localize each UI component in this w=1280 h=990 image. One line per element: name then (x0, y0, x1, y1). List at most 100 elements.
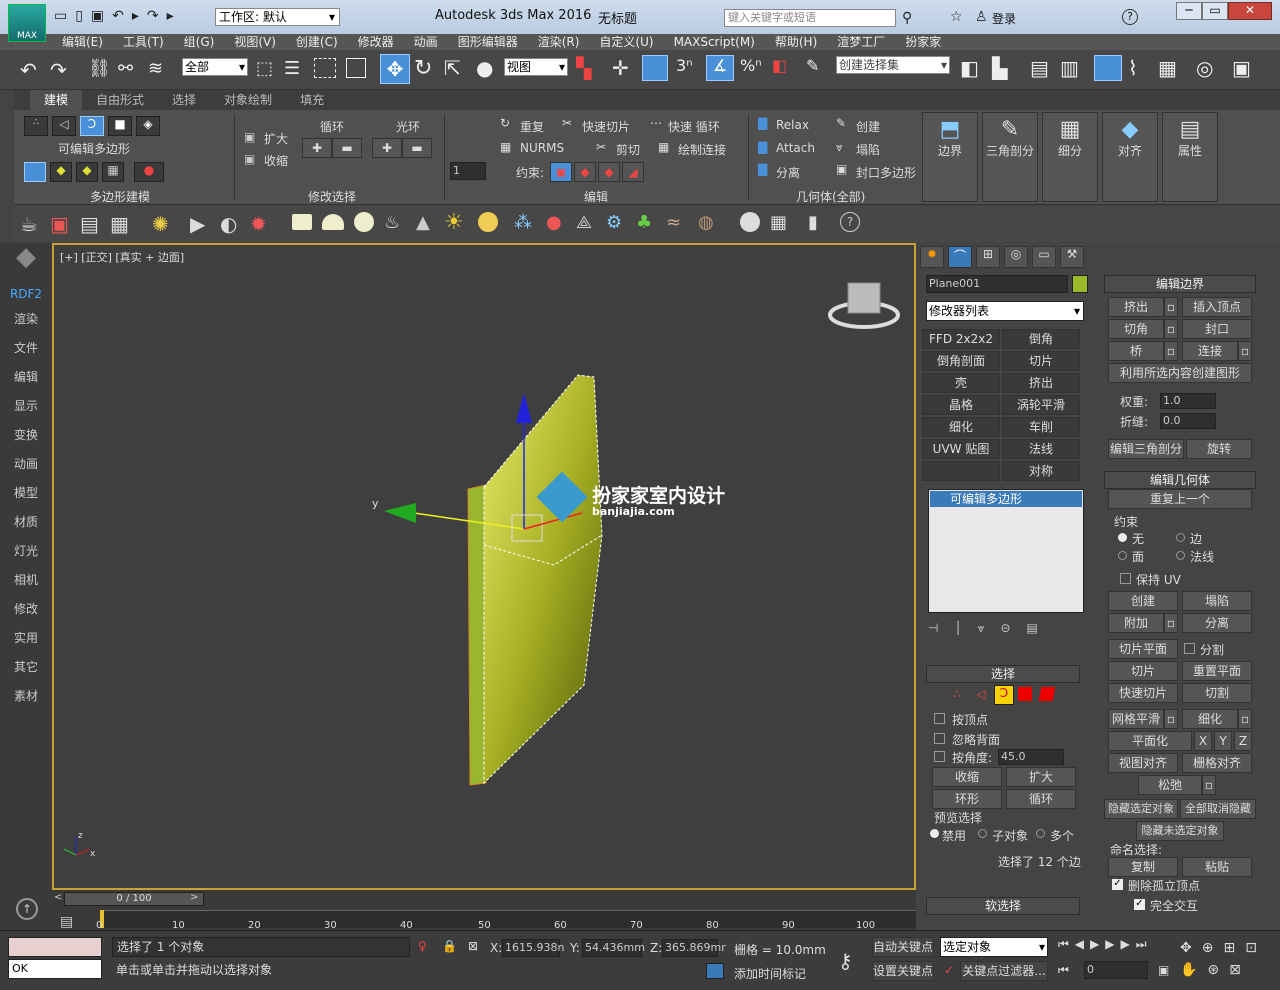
dock-light[interactable]: 灯光 (0, 537, 52, 566)
preview-subobj-radio[interactable] (978, 829, 987, 838)
make-planar-button[interactable]: 平面化 (1108, 731, 1192, 751)
mod-extrude-button[interactable]: 挤出 (1002, 373, 1080, 393)
app-logo[interactable]: MAX (8, 4, 46, 42)
create-label[interactable]: 创建 (856, 118, 880, 135)
dock-display[interactable]: 显示 (0, 392, 52, 421)
edge-sel-icon[interactable]: ◁ (972, 687, 990, 705)
slice-button[interactable]: 切片 (1108, 661, 1178, 681)
add-time-tag[interactable]: 添加时间标记 (734, 965, 806, 982)
select-object-icon[interactable]: ⬚ (256, 58, 273, 79)
dock-animation[interactable]: 动画 (0, 450, 52, 479)
video-icon[interactable]: ✹ (250, 212, 267, 236)
c-face-radio[interactable] (1118, 551, 1127, 560)
quickslice-icon[interactable]: ✂ (562, 116, 572, 130)
menu-maxscript[interactable]: MAXScript(M) (664, 34, 765, 50)
timeline-left-icon[interactable]: ▤ (60, 914, 73, 930)
align-button[interactable]: ◆ 对齐 (1102, 112, 1158, 202)
timeline-prev-icon[interactable]: < (54, 892, 62, 903)
reset-plane-button[interactable]: 重置平面 (1182, 661, 1252, 681)
render-frame-icon[interactable]: ▣ (50, 212, 69, 236)
angle-field[interactable]: 45.0 (998, 749, 1064, 765)
repeat-icon[interactable]: ↻ (500, 116, 510, 130)
dock-assets[interactable]: 素材 (0, 682, 52, 711)
menu-rendering[interactable]: 渲染(R) (528, 34, 590, 50)
login-link[interactable]: 登录 (992, 10, 1016, 27)
dock-camera[interactable]: 相机 (0, 566, 52, 595)
paintconnect-icon[interactable]: ▦ (658, 140, 669, 154)
relax-icon[interactable]: ▇ (758, 116, 767, 130)
attach-label[interactable]: Attach (776, 141, 815, 155)
vertex-mode-icon[interactable]: ∴ (24, 116, 48, 136)
shrink-label[interactable]: 收缩 (264, 152, 288, 169)
menu-edit[interactable]: 编辑(E) (52, 34, 113, 50)
connect-settings-button[interactable]: ▫ (1238, 341, 1252, 361)
texture-icon[interactable]: ◍ (698, 212, 714, 233)
crease-field[interactable]: 0.0 (1160, 413, 1216, 429)
undo-icon[interactable]: ↶ (20, 58, 37, 82)
dock-logo-icon[interactable]: ◆ (0, 243, 52, 283)
constraint-edge-button[interactable]: ◆ (574, 162, 596, 182)
sun-icon[interactable]: ☀ (444, 210, 464, 235)
isolate-icon[interactable]: ♀ (418, 939, 427, 953)
mod-empty-button[interactable] (922, 461, 1000, 481)
dock-edit[interactable]: 编辑 (0, 363, 52, 392)
frame-field[interactable]: 0 (1084, 961, 1148, 979)
create-tab-icon[interactable]: ✹ (920, 246, 944, 268)
constraint-none-button[interactable]: ▣ (550, 162, 572, 182)
link-icon[interactable]: ⛓ (88, 58, 111, 79)
dock-model[interactable]: 模型 (0, 479, 52, 508)
menu-help[interactable]: 帮助(H) (765, 34, 827, 50)
mod-shell-button[interactable]: 壳 (922, 373, 1000, 393)
cap-button[interactable]: 封口 (1182, 319, 1252, 339)
camera-icon[interactable]: ▶ (190, 212, 205, 236)
bridge-button[interactable]: 桥 (1108, 341, 1164, 361)
plane-prim-icon[interactable] (292, 214, 312, 230)
vertex-sel-icon[interactable]: ∴ (948, 687, 966, 705)
tab-freeform[interactable]: 自由形式 (82, 90, 158, 110)
properties-button[interactable]: ▤ 属性 (1162, 112, 1218, 202)
grid-align-button[interactable]: 栅格对齐 (1182, 753, 1252, 773)
relax-settings-button[interactable]: ▫ (1202, 775, 1216, 795)
split-checkbox[interactable] (1184, 643, 1195, 654)
mod-slice-button[interactable]: 切片 (1002, 351, 1080, 371)
grow-icon[interactable]: ▣ (244, 130, 255, 144)
time-tag-icon[interactable] (706, 963, 724, 979)
preview-disable-radio[interactable] (930, 829, 939, 838)
shrink-ring-button[interactable]: ▬ (402, 138, 432, 158)
key-filters-button[interactable]: 关键点过滤器... (960, 961, 1048, 981)
attach-button[interactable]: 附加 (1108, 613, 1164, 633)
motion-tab-icon[interactable]: ◎ (1004, 246, 1028, 268)
hide-selected-button[interactable]: 隐藏选定对象 (1104, 799, 1178, 819)
grow-label[interactable]: 扩大 (264, 130, 288, 147)
view-align-button[interactable]: 视图对齐 (1108, 753, 1178, 773)
render-settings-icon[interactable]: ▤ (80, 212, 99, 236)
redo-icon[interactable]: ↷ (50, 58, 67, 82)
rect-select-icon[interactable] (314, 58, 336, 78)
edit-edges-header[interactable]: 编辑边界 (1104, 275, 1256, 293)
edge-mode-icon[interactable]: ◁ (52, 116, 76, 136)
mod-normal-button[interactable]: 法线 (1002, 439, 1080, 459)
edit-named-sel-icon[interactable]: ✎ (806, 56, 819, 75)
quickloop-icon[interactable]: ⋯ (650, 116, 662, 130)
tessellate-settings-button[interactable]: ▫ (1238, 709, 1252, 729)
spinner-field[interactable]: 1 (450, 162, 486, 180)
extrude-button[interactable]: 挤出 (1108, 297, 1164, 317)
copy-button[interactable]: 复制 (1108, 857, 1178, 877)
time-slider[interactable]: 0 / 100 (64, 892, 204, 906)
grow-loop-button[interactable]: ✚ (302, 138, 332, 158)
stack-item[interactable]: 可编辑多边形 (930, 491, 1082, 507)
bowl-icon[interactable]: ♨ (384, 212, 400, 233)
dock-material[interactable]: 材质 (0, 508, 52, 537)
use-stack-icon[interactable]: ◆ (76, 162, 98, 182)
border-sel-icon[interactable]: Ↄ (994, 685, 1014, 705)
utilities-tab-icon[interactable]: ⚒ (1060, 246, 1084, 268)
planar-z-button[interactable]: Z (1234, 731, 1252, 751)
menu-animation[interactable]: 动画 (404, 34, 448, 50)
mod-turbosmooth-button[interactable]: 涡轮平滑 (1002, 395, 1080, 415)
lock-icon[interactable]: 🔒 (442, 939, 457, 953)
connect-button[interactable]: 连接 (1182, 341, 1238, 361)
quickslice-label[interactable]: 快速切片 (582, 118, 630, 135)
attach-icon[interactable]: ▇ (758, 140, 767, 154)
hierarchy-tab-icon[interactable]: ⊞ (976, 246, 1000, 268)
plant-icon[interactable]: ♣ (636, 212, 652, 233)
